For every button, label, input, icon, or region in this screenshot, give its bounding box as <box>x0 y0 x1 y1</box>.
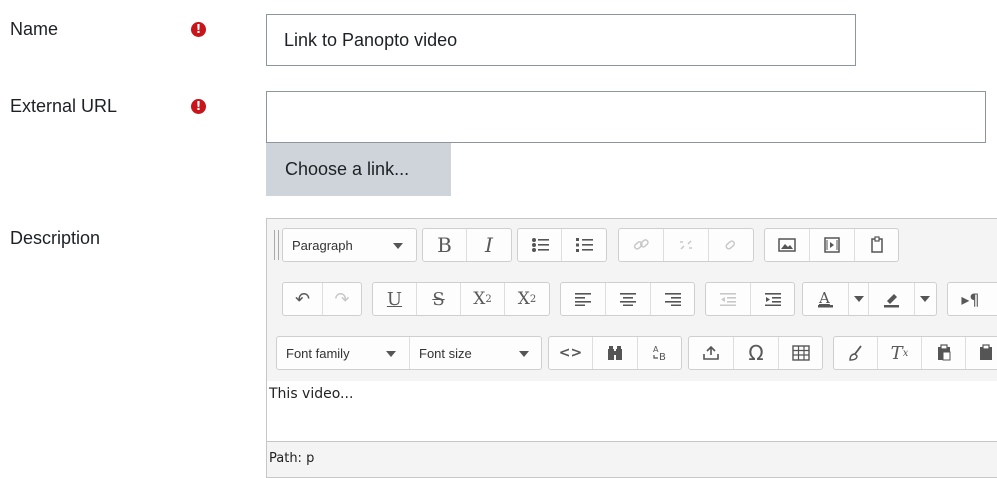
toolbar-row-1: Paragraph B I <box>267 228 997 262</box>
italic-button[interactable]: I <box>467 229 511 261</box>
required-icon: ! <box>191 99 206 114</box>
name-input[interactable]: Link to Panopto video <box>266 14 856 66</box>
toolbar-handle <box>274 230 279 260</box>
font-family-select[interactable]: Font family <box>277 337 410 369</box>
link-group <box>618 228 754 262</box>
editor-path: Path: p <box>267 441 997 471</box>
insert-group: Ω <box>688 336 823 370</box>
chevron-down-icon <box>920 296 930 302</box>
editor-content[interactable]: This video... <box>267 381 997 441</box>
paragraph-group: ▸¶ <box>947 282 997 316</box>
undo-icon[interactable]: ↶ <box>283 283 323 315</box>
list-group <box>517 228 607 262</box>
background-color-icon[interactable] <box>869 283 915 315</box>
text-color-dropdown[interactable] <box>849 283 869 315</box>
clean-group: Tx <box>833 336 997 370</box>
find-replace-icon[interactable] <box>593 337 638 369</box>
block-format-select[interactable]: Paragraph <box>283 229 416 261</box>
align-right-icon[interactable] <box>651 283 694 315</box>
clear-format-brush-icon[interactable] <box>834 337 878 369</box>
link-icon[interactable] <box>619 229 664 261</box>
choose-link-button[interactable]: Choose a link... <box>266 143 451 196</box>
media-group <box>764 228 899 262</box>
special-character-button[interactable]: Ω <box>734 337 779 369</box>
chevron-down-icon <box>386 351 396 357</box>
remove-format-button[interactable]: Tx <box>878 337 922 369</box>
required-icon: ! <box>191 22 206 37</box>
text-style-group: U S X2 X2 <box>372 282 550 316</box>
bold-button[interactable]: B <box>423 229 467 261</box>
superscript-x: X <box>517 289 530 309</box>
code-button[interactable]: <> <box>549 337 593 369</box>
toolbar-row-3: Font family Font size <> AB Ω T x <box>267 336 997 370</box>
paragraph-ltr-icon[interactable]: ▸¶ <box>948 283 993 315</box>
svg-text:B: B <box>659 352 666 362</box>
font-group: Font family Font size <box>276 336 542 370</box>
background-color-dropdown[interactable] <box>915 283 935 315</box>
font-size-select[interactable]: Font size <box>410 337 541 369</box>
indent-icon[interactable] <box>751 283 794 315</box>
remove-format-mark: x <box>902 347 909 359</box>
image-icon[interactable] <box>765 229 810 261</box>
chevron-down-icon <box>853 296 864 302</box>
bullet-list-button[interactable] <box>518 229 562 261</box>
remove-format-t: T <box>890 342 903 364</box>
name-label: Name <box>10 19 59 39</box>
align-left-icon[interactable] <box>561 283 606 315</box>
table-icon[interactable] <box>779 337 822 369</box>
redo-icon[interactable]: ↷ <box>323 283 361 315</box>
block-format-value: Paragraph <box>292 237 353 253</box>
chevron-down-icon <box>393 243 403 249</box>
toolbar-row-2: ↶ ↷ U S X2 X2 A ▸¶ <box>267 282 997 316</box>
rich-text-editor: Paragraph B I ↶ ↷ U S X 2 X 2 A ▸¶ Font … <box>266 218 997 478</box>
underline-button[interactable]: U <box>373 283 417 315</box>
external-url-input[interactable] <box>266 91 986 143</box>
text-color-icon[interactable]: A <box>803 283 849 315</box>
font-family-value: Font family <box>286 345 350 361</box>
bullet-list-icon <box>531 238 549 252</box>
svg-text:A: A <box>818 290 830 307</box>
spellcheck-icon[interactable]: AB <box>638 337 681 369</box>
video-icon[interactable] <box>810 229 855 261</box>
strikethrough-button[interactable]: S <box>417 283 461 315</box>
subscript-mark: 2 <box>485 293 492 305</box>
color-group: A <box>802 282 937 316</box>
style-group: B I <box>422 228 512 262</box>
paste-icon[interactable] <box>855 229 898 261</box>
outdent-icon[interactable] <box>706 283 751 315</box>
align-group <box>560 282 695 316</box>
subscript-x: X <box>473 289 486 309</box>
description-label: Description <box>10 228 101 248</box>
chevron-down-icon <box>519 351 529 357</box>
superscript-mark: 2 <box>529 293 537 305</box>
anchor-link-icon[interactable] <box>709 229 753 261</box>
font-size-value: Font size <box>419 345 472 361</box>
paste-word-icon[interactable] <box>966 337 997 369</box>
align-center-icon[interactable] <box>606 283 651 315</box>
format-group: Paragraph <box>282 228 417 262</box>
unlink-icon[interactable] <box>664 229 709 261</box>
tools-group: <> AB <box>548 336 682 370</box>
indent-group <box>705 282 795 316</box>
numbered-list-button[interactable] <box>562 229 606 261</box>
superscript-button[interactable]: X2 <box>505 283 549 315</box>
history-group: ↶ ↷ <box>282 282 362 316</box>
numbered-list-icon <box>576 238 593 252</box>
paste-text-icon[interactable] <box>922 337 966 369</box>
subscript-button[interactable]: X2 <box>461 283 505 315</box>
upload-icon[interactable] <box>689 337 734 369</box>
external-url-label: External URL <box>10 96 118 116</box>
